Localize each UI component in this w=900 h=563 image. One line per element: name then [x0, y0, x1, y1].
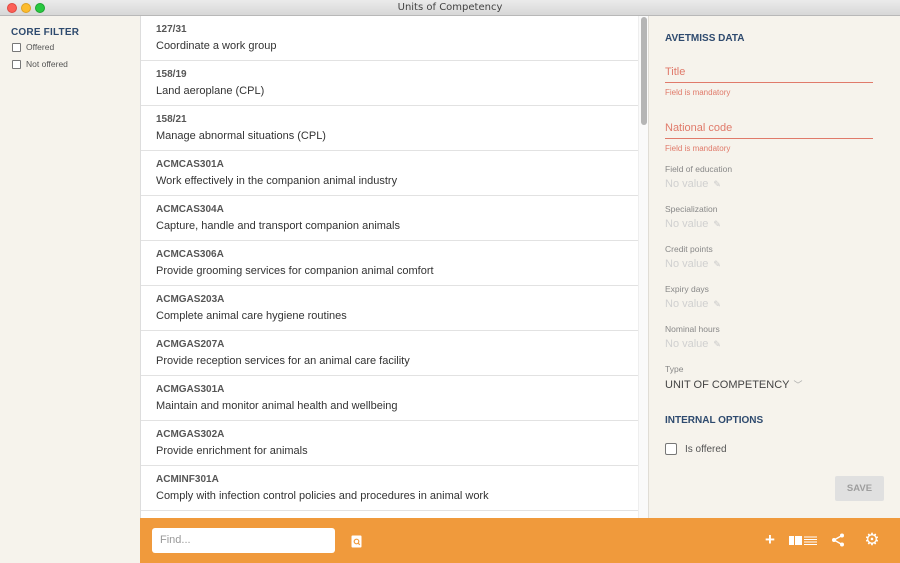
specialization-label: Specialization: [665, 204, 718, 214]
detail-panel: AVETMISS DATA Title Field is mandatory N…: [648, 16, 900, 518]
unit-name: Capture, handle and transport companion …: [156, 220, 400, 232]
share-icon[interactable]: [830, 532, 846, 548]
internal-options-heading: INTERNAL OPTIONS: [665, 415, 764, 426]
field-of-education-label: Field of education: [665, 164, 733, 174]
unit-name: Manage abnormal situations (CPL): [156, 130, 326, 142]
national-code-underline: [665, 138, 873, 139]
list-item[interactable]: 158/19 Land aeroplane (CPL): [141, 61, 638, 106]
nominal-hours-text: No value: [665, 338, 709, 350]
unit-code: ACMGAS301A: [156, 384, 225, 395]
filter-not-offered[interactable]: Not offered: [12, 59, 68, 69]
filter-not-offered-label: Not offered: [26, 59, 68, 69]
unit-name: Complete animal care hygiene routines: [156, 310, 347, 322]
pencil-icon[interactable]: ✎: [713, 219, 721, 230]
credit-points-label: Credit points: [665, 244, 713, 254]
core-filter-heading: CORE FILTER: [11, 27, 80, 38]
list-item[interactable]: ACMGAS203A Complete animal care hygiene …: [141, 286, 638, 331]
scrollbar-thumb[interactable]: [641, 17, 647, 125]
list-item[interactable]: ACMGAS207A Provide reception services fo…: [141, 331, 638, 376]
credit-points-text: No value: [665, 258, 709, 270]
unit-name: Provide reception services for an animal…: [156, 355, 410, 367]
unit-name: Maintain and monitor animal health and w…: [156, 400, 398, 412]
title-underline: [665, 82, 873, 83]
field-of-education-text: No value: [665, 178, 709, 190]
is-offered-option[interactable]: Is offered: [665, 443, 727, 455]
list-item[interactable]: 158/21 Manage abnormal situations (CPL): [141, 106, 638, 151]
unit-name: Comply with infection control policies a…: [156, 490, 489, 502]
expiry-days-value[interactable]: No value ✎: [665, 298, 721, 310]
title-input[interactable]: Title: [665, 66, 685, 78]
is-offered-checkbox[interactable]: [665, 443, 677, 455]
unit-code: 127/31: [156, 24, 187, 35]
pencil-icon[interactable]: ✎: [713, 259, 721, 270]
unit-code: ACMGAS207A: [156, 339, 225, 350]
is-offered-label: Is offered: [685, 443, 727, 455]
save-button[interactable]: SAVE: [835, 476, 884, 501]
not-offered-checkbox[interactable]: [12, 59, 21, 69]
offered-checkbox[interactable]: [12, 42, 21, 52]
bottom-toolbar: Find... + ⚙: [140, 518, 900, 563]
pencil-icon[interactable]: ✎: [713, 299, 721, 310]
filter-sidebar: CORE FILTER Offered Not offered: [0, 16, 140, 563]
plus-icon[interactable]: +: [763, 530, 777, 549]
gear-icon[interactable]: ⚙: [863, 530, 881, 549]
specialization-value[interactable]: No value ✎: [665, 218, 721, 230]
list-item[interactable]: ACMCAS301A Work effectively in the compa…: [141, 151, 638, 196]
unit-name: Land aeroplane (CPL): [156, 85, 265, 97]
pencil-icon[interactable]: ✎: [713, 339, 721, 350]
column-view-icon[interactable]: [788, 533, 818, 547]
unit-code: 158/21: [156, 114, 187, 125]
specialization-text: No value: [665, 218, 709, 230]
list-item[interactable]: ACMGAS302A Provide enrichment for animal…: [141, 421, 638, 466]
unit-code: 158/19: [156, 69, 187, 80]
unit-name: Provide grooming services for companion …: [156, 265, 434, 277]
units-list: 127/31 Coordinate a work group 158/19 La…: [140, 16, 648, 518]
field-of-education-value[interactable]: No value ✎: [665, 178, 721, 190]
national-code-error: Field is mandatory: [665, 144, 731, 153]
list-item[interactable]: 127/31 Coordinate a work group: [141, 16, 638, 61]
type-label: Type: [665, 364, 684, 374]
avetmiss-heading: AVETMISS DATA: [665, 33, 745, 44]
title-bar: Units of Competency: [0, 0, 900, 16]
unit-code: ACMGAS302A: [156, 429, 225, 440]
unit-name: Work effectively in the companion animal…: [156, 175, 398, 187]
filter-offered[interactable]: Offered: [12, 42, 54, 52]
unit-name: Provide enrichment for animals: [156, 445, 308, 457]
title-error: Field is mandatory: [665, 88, 731, 97]
credit-points-value[interactable]: No value ✎: [665, 258, 721, 270]
list-item[interactable]: ACMCAS306A Provide grooming services for…: [141, 241, 638, 286]
unit-code: ACMINF301A: [156, 474, 219, 485]
list-scrollbar[interactable]: [638, 16, 648, 518]
nominal-hours-value[interactable]: No value ✎: [665, 338, 721, 350]
unit-code: ACMCAS304A: [156, 204, 224, 215]
unit-name: Coordinate a work group: [156, 40, 277, 52]
national-code-input[interactable]: National code: [665, 122, 732, 134]
expiry-days-label: Expiry days: [665, 284, 709, 294]
unit-code: ACMGAS203A: [156, 294, 225, 305]
unit-code: ACMCAS301A: [156, 159, 224, 170]
list-item[interactable]: ACMGAS301A Maintain and monitor animal h…: [141, 376, 638, 421]
chevron-down-icon: ﹀: [793, 380, 803, 390]
type-select[interactable]: UNIT OF COMPETENCY ﹀: [665, 378, 803, 391]
list-item[interactable]: ACMINF301A Comply with infection control…: [141, 466, 638, 511]
type-selected-value: UNIT OF COMPETENCY: [665, 378, 790, 391]
find-input[interactable]: Find...: [152, 528, 335, 553]
search-doc-icon[interactable]: [349, 533, 363, 549]
expiry-days-text: No value: [665, 298, 709, 310]
pencil-icon[interactable]: ✎: [713, 179, 721, 190]
list-item[interactable]: ACMCAS304A Capture, handle and transport…: [141, 196, 638, 241]
filter-offered-label: Offered: [26, 42, 55, 52]
unit-code: ACMCAS306A: [156, 249, 224, 260]
nominal-hours-label: Nominal hours: [665, 324, 720, 334]
window-title: Units of Competency: [397, 2, 503, 13]
